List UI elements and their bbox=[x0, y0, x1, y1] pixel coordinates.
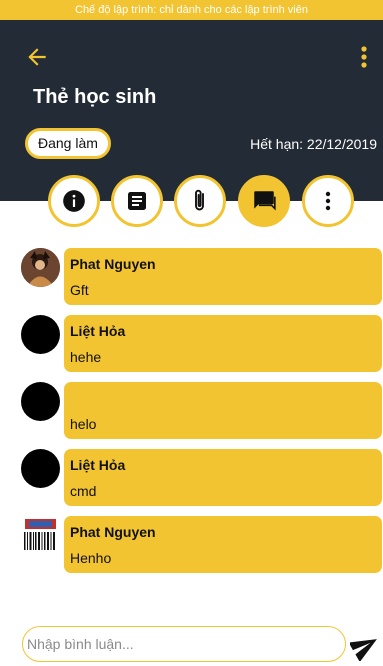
comment-input[interactable] bbox=[22, 626, 346, 662]
avatar bbox=[21, 248, 60, 287]
more-vertical-icon bbox=[325, 191, 331, 211]
card-header: Thẻ học sinh Đang làm Hết hạn: 22/12/201… bbox=[0, 20, 383, 201]
comment-item: Liệt Hỏa hehe bbox=[0, 315, 383, 372]
more-vertical-icon bbox=[361, 46, 367, 68]
comment-bubble: helo bbox=[64, 382, 382, 439]
comment-bubble: Liệt Hỏa cmd bbox=[64, 449, 382, 506]
avatar bbox=[21, 315, 60, 354]
comment-author: Phat Nguyen bbox=[70, 256, 156, 272]
send-button[interactable] bbox=[348, 631, 380, 662]
back-button[interactable] bbox=[24, 44, 50, 70]
comments-icon bbox=[254, 191, 276, 211]
comment-author: Liệt Hỏa bbox=[70, 323, 126, 339]
tab-attachments[interactable] bbox=[174, 175, 226, 227]
attachment-icon bbox=[195, 189, 204, 211]
comment-author: Phat Nguyen bbox=[70, 524, 156, 540]
comment-item: helo bbox=[0, 382, 383, 439]
card-tabs bbox=[0, 175, 383, 229]
avatar bbox=[21, 449, 60, 488]
comment-text: helo bbox=[70, 416, 97, 432]
info-icon bbox=[63, 190, 85, 212]
header-more-button[interactable] bbox=[357, 44, 371, 70]
send-icon bbox=[348, 639, 377, 662]
avatar-image bbox=[21, 248, 60, 287]
avatar-image bbox=[24, 519, 56, 550]
page-title: Thẻ học sinh bbox=[33, 86, 157, 108]
avatar bbox=[21, 382, 60, 421]
status-button[interactable]: Đang làm bbox=[25, 128, 111, 159]
description-icon bbox=[128, 192, 146, 210]
comment-author: Liệt Hỏa bbox=[70, 457, 126, 473]
tab-more[interactable] bbox=[302, 175, 354, 227]
comment-text: cmd bbox=[70, 483, 97, 499]
comment-item: Phat Nguyen Gft bbox=[0, 248, 383, 305]
avatar bbox=[21, 516, 60, 555]
comment-item: Liệt Hỏa cmd bbox=[0, 449, 383, 506]
tab-info[interactable] bbox=[48, 175, 100, 227]
comment-bubble: Liệt Hỏa hehe bbox=[64, 315, 382, 372]
comment-text: hehe bbox=[70, 349, 102, 365]
comment-text: Gft bbox=[70, 282, 89, 298]
comment-bubble: Phat Nguyen Gft bbox=[64, 248, 382, 305]
comment-bubble: Phat Nguyen Henho bbox=[64, 516, 382, 573]
tab-comments[interactable] bbox=[238, 175, 290, 227]
comment-item: Phat Nguyen Henho bbox=[0, 516, 383, 573]
tab-description[interactable] bbox=[111, 175, 163, 227]
comment-text: Henho bbox=[70, 550, 112, 566]
expiry-date: Hết hạn: 22/12/2019 bbox=[250, 136, 377, 152]
arrow-back-icon bbox=[28, 48, 46, 66]
